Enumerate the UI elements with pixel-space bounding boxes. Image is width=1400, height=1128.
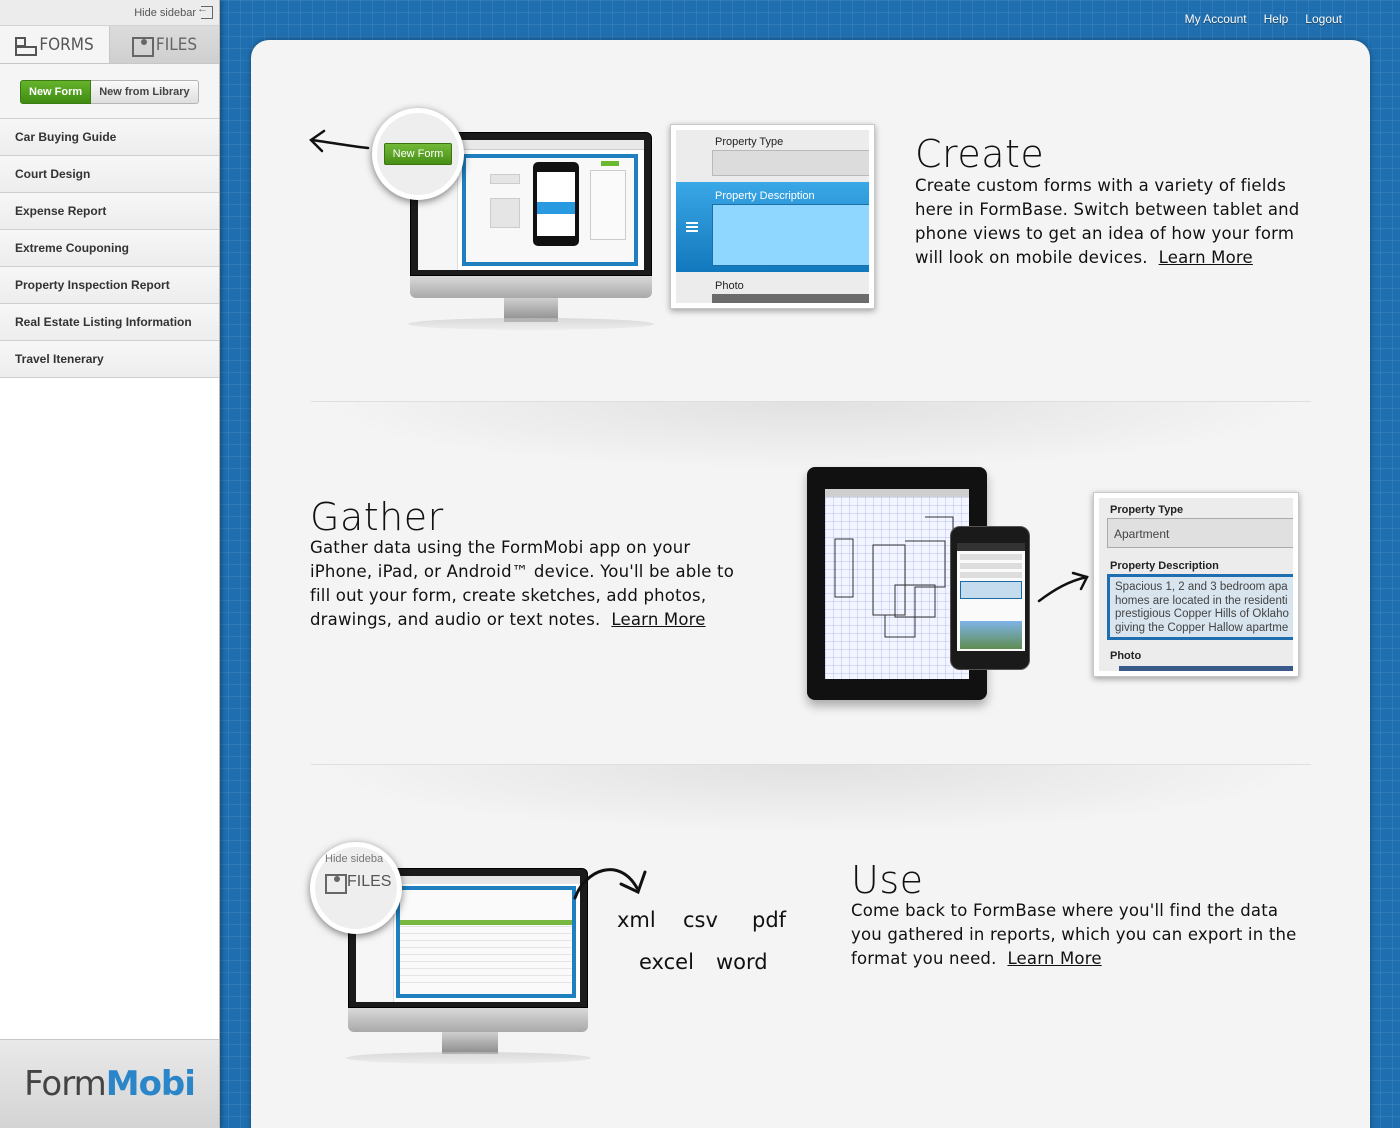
property-type-field: Apartment: [1107, 518, 1293, 548]
forms-icon: [15, 36, 38, 56]
photo-label: Photo: [1110, 650, 1142, 662]
form-list-item[interactable]: Extreme Couponing: [0, 230, 219, 267]
gather-phone-form-preview: Property Type Apartment Property Descrip…: [1093, 492, 1299, 677]
collapse-icon: [197, 3, 213, 19]
magnified-hide-sidebar: Hide sideba: [325, 853, 384, 865]
format-pdf: pdf: [752, 908, 787, 932]
files-icon: [131, 36, 154, 57]
arrow-right-icon: [1037, 571, 1089, 603]
property-type-label: Property Type: [1110, 504, 1184, 516]
top-nav: My Account Help Logout: [1185, 12, 1342, 26]
android-phone-illustration: [950, 526, 1030, 670]
create-heading: Create: [915, 132, 1045, 176]
logo-mobi-text: Mobi: [105, 1064, 196, 1104]
sidebar-tabs: FORMS FILES: [0, 26, 219, 64]
form-list-item[interactable]: Car Buying Guide: [0, 119, 219, 156]
format-excel: excel: [639, 950, 694, 974]
magnified-files-label: FILES: [347, 873, 392, 890]
hide-sidebar-button[interactable]: Hide sidebar: [0, 0, 219, 26]
gather-description: Gather data using the FormMobi app on yo…: [310, 536, 758, 632]
new-form-magnifier: New Form: [372, 108, 464, 200]
curved-arrow-icon: [573, 868, 647, 900]
floorplan-sketch: [834, 516, 954, 638]
tab-forms[interactable]: FORMS: [0, 26, 110, 64]
new-form-buttons: New Form New from Library: [0, 64, 219, 119]
form-list: Car Buying Guide Court Design Expense Re…: [0, 119, 219, 378]
arrow-left-icon: [309, 129, 370, 153]
property-description-field: Spacious 1, 2 and 3 bedroom apa homes ar…: [1107, 574, 1293, 640]
new-from-library-button[interactable]: New from Library: [91, 80, 199, 104]
form-list-item[interactable]: Court Design: [0, 156, 219, 193]
photo-label: Photo: [715, 280, 744, 292]
use-heading: Use: [851, 858, 924, 902]
tab-forms-label: FORMS: [39, 34, 94, 55]
format-xml: xml: [617, 908, 656, 932]
create-description: Create custom forms with a variety of fi…: [915, 174, 1310, 270]
create-learn-more-link[interactable]: Learn More: [1159, 248, 1253, 267]
form-list-item[interactable]: Real Estate Listing Information: [0, 304, 219, 341]
hide-sidebar-label: Hide sidebar: [134, 6, 196, 19]
form-list-item[interactable]: Travel Itenerary: [0, 341, 219, 378]
create-phone-form-preview: Property Type Property Description Photo: [670, 124, 875, 309]
logo-form-text: Form: [24, 1064, 107, 1104]
section-divider: [311, 401, 1311, 471]
files-icon: [325, 874, 347, 894]
magnified-new-form-button: New Form: [383, 143, 453, 165]
my-account-link[interactable]: My Account: [1185, 12, 1247, 26]
property-description-field: [712, 204, 869, 266]
files-tab-magnifier: Hide sideba FILES: [310, 842, 402, 934]
tab-files[interactable]: FILES: [110, 26, 219, 64]
new-form-button[interactable]: New Form: [20, 80, 92, 104]
property-description-label: Property Description: [715, 190, 815, 202]
tab-files-label: FILES: [155, 34, 198, 55]
format-word: word: [716, 950, 768, 974]
use-learn-more-link[interactable]: Learn More: [1007, 949, 1101, 968]
use-description: Come back to FormBase where you'll find …: [851, 899, 1303, 971]
main-panel: New Form Property Type Property Descript…: [251, 40, 1370, 1128]
property-description-label: Property Description: [1110, 560, 1219, 572]
logout-link[interactable]: Logout: [1305, 12, 1342, 26]
sidebar: Hide sidebar FORMS FILES New Form New fr…: [0, 0, 220, 1128]
format-csv: csv: [683, 908, 718, 932]
property-type-label: Property Type: [715, 136, 784, 148]
gather-learn-more-link[interactable]: Learn More: [611, 610, 705, 629]
form-list-item[interactable]: Expense Report: [0, 193, 219, 230]
gather-heading: Gather: [310, 495, 444, 539]
form-list-item[interactable]: Property Inspection Report: [0, 267, 219, 304]
section-divider: [311, 764, 1311, 834]
property-type-field: [712, 150, 869, 176]
help-link[interactable]: Help: [1264, 12, 1289, 26]
formmobi-logo: Form Mobi: [0, 1039, 219, 1128]
